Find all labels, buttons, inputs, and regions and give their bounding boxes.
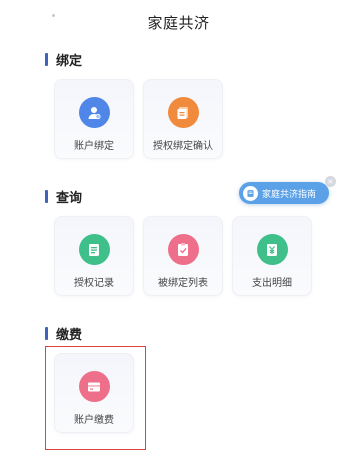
- tile-label: 账户缴费: [74, 415, 114, 426]
- section-title-query: 查询: [56, 190, 83, 206]
- yuan-doc-icon: [256, 234, 288, 265]
- tile-label: 授权绑定确认: [153, 141, 213, 152]
- guide-label: 家庭共济指南: [262, 189, 317, 200]
- tile-label: 支出明细: [252, 278, 292, 289]
- authorize-doc-icon: [167, 97, 199, 128]
- section-title-payment: 缴费: [56, 327, 83, 343]
- user-badge-icon: [78, 97, 110, 128]
- section-title-binding: 绑定: [56, 53, 83, 69]
- section-header-binding: 绑定: [45, 51, 83, 69]
- section-accent-bar: [45, 52, 48, 66]
- top-bar: 家庭共济: [0, 0, 357, 44]
- account-binding-button[interactable]: 账户绑定: [54, 79, 134, 159]
- tile-label: 被绑定列表: [158, 278, 208, 289]
- checklist-icon: [167, 234, 199, 265]
- tile-label: 授权记录: [74, 278, 114, 289]
- book-icon: [243, 185, 258, 201]
- page-title: 家庭共济: [147, 13, 210, 32]
- section-accent-bar: [45, 326, 48, 340]
- back-dot-icon[interactable]: [52, 14, 55, 17]
- bound-list-button[interactable]: 被绑定列表: [143, 216, 223, 296]
- close-icon[interactable]: ×: [325, 176, 336, 187]
- family-guide-button[interactable]: 家庭共济指南: [239, 182, 329, 204]
- record-list-icon: [78, 234, 110, 265]
- authorize-binding-confirm-button[interactable]: 授权绑定确认: [143, 79, 223, 159]
- expense-details-button[interactable]: 支出明细: [232, 216, 312, 296]
- section-header-query: 查询: [45, 188, 83, 206]
- section-header-payment: 缴费: [45, 325, 83, 343]
- account-payment-button[interactable]: 账户缴费: [54, 353, 134, 433]
- tile-label: 账户绑定: [74, 141, 114, 152]
- authorization-records-button[interactable]: 授权记录: [54, 216, 134, 296]
- card-icon: [78, 371, 110, 402]
- section-accent-bar: [45, 189, 48, 203]
